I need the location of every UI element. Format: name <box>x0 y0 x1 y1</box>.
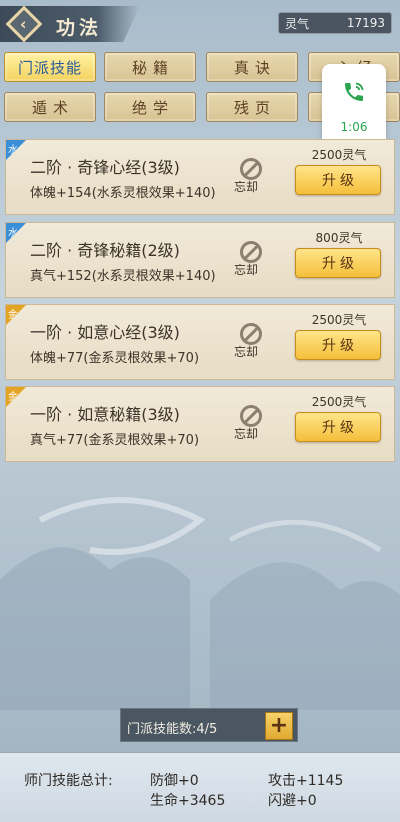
forget-button[interactable]: 忘却 <box>234 158 268 202</box>
background-mountains <box>0 497 400 710</box>
element-badge-water: 水 <box>6 140 26 160</box>
forget-label: 忘却 <box>234 345 259 359</box>
skill-name: 二阶 · 奇锋心经(3级) <box>30 158 180 177</box>
skill-name: 一阶 · 如意心经(3级) <box>30 323 180 342</box>
forget-label: 忘却 <box>234 263 259 277</box>
summary-defense: 防御+0 <box>150 773 199 789</box>
skill-summary-panel: 师门技能总计: 防御+0 生命+3465 攻击+1145 闪避+0 <box>0 752 400 822</box>
forget-label: 忘却 <box>234 427 259 441</box>
tab-escape-arts[interactable]: 遁术 <box>4 92 96 122</box>
tab-fragments[interactable]: 残页 <box>206 92 298 122</box>
skill-card: 水 二阶 · 奇锋心经(3级) 体魄+154(水系灵根效果+140) 忘却 25… <box>5 139 395 215</box>
skill-count-bar: 门派技能数:4/5 + <box>120 708 298 742</box>
skill-effect: 真气+152(水系灵根效果+140) <box>30 269 216 284</box>
forget-button[interactable]: 忘却 <box>234 405 268 449</box>
upgrade-button[interactable]: 升级 <box>295 412 381 442</box>
upgrade-button[interactable]: 升级 <box>295 248 381 278</box>
chevron-left-icon: ‹ <box>5 5 43 43</box>
lingqi-label: 灵气 <box>285 16 310 31</box>
tab-secret-books[interactable]: 秘籍 <box>104 52 196 82</box>
upgrade-cost: 2500灵气 <box>311 148 367 162</box>
element-badge-water: 水 <box>6 223 26 243</box>
back-button[interactable]: ‹ <box>4 5 44 43</box>
tab-sect-skills[interactable]: 门派技能 <box>4 52 96 82</box>
forbidden-icon <box>240 158 262 180</box>
upgrade-cost: 2500灵气 <box>311 395 367 409</box>
forbidden-icon <box>240 241 262 263</box>
skill-card: 金 一阶 · 如意心经(3级) 体魄+77(金系灵根效果+70) 忘却 2500… <box>5 304 395 380</box>
skill-effect: 真气+77(金系灵根效果+70) <box>30 433 200 448</box>
skill-name: 二阶 · 奇锋秘籍(2级) <box>30 241 180 260</box>
upgrade-cost: 800灵气 <box>315 231 363 245</box>
summary-attack: 攻击+1145 <box>268 773 344 789</box>
upgrade-button[interactable]: 升级 <box>295 165 381 195</box>
skill-effect: 体魄+154(水系灵根效果+140) <box>30 186 216 201</box>
top-bar: ‹ 功法 灵气 17193 <box>0 0 400 48</box>
summary-hp: 生命+3465 <box>150 793 226 809</box>
phone-icon <box>345 82 364 101</box>
tab-ultimate-arts[interactable]: 绝学 <box>104 92 196 122</box>
skill-name: 一阶 · 如意秘籍(3级) <box>30 405 180 424</box>
skill-count-label: 门派技能数:4/5 <box>127 722 218 737</box>
call-duration: 1:06 <box>340 120 368 134</box>
forbidden-icon <box>240 323 262 345</box>
summary-dodge: 闪避+0 <box>268 793 317 809</box>
lingqi-value: 17193 <box>346 16 385 30</box>
element-badge-gold: 金 <box>6 387 26 407</box>
upgrade-cost: 2500灵气 <box>311 313 367 327</box>
forget-button[interactable]: 忘却 <box>234 323 268 367</box>
tab-true-formula[interactable]: 真诀 <box>206 52 298 82</box>
upgrade-button[interactable]: 升级 <box>295 330 381 360</box>
summary-label: 师门技能总计: <box>24 773 113 789</box>
skill-card: 水 二阶 · 奇锋秘籍(2级) 真气+152(水系灵根效果+140) 忘却 80… <box>5 222 395 298</box>
element-badge-gold: 金 <box>6 305 26 325</box>
skill-effect: 体魄+77(金系灵根效果+70) <box>30 351 200 366</box>
skill-card: 金 一阶 · 如意秘籍(3级) 真气+77(金系灵根效果+70) 忘却 2500… <box>5 386 395 462</box>
forget-button[interactable]: 忘却 <box>234 241 268 285</box>
call-bubble[interactable]: 1:06 <box>322 64 386 146</box>
page-title: 功法 <box>56 17 103 39</box>
lingqi-balance: 灵气 17193 <box>278 12 392 34</box>
forget-label: 忘却 <box>234 180 259 194</box>
forbidden-icon <box>240 405 262 427</box>
add-skill-slot-button[interactable]: + <box>265 712 293 740</box>
